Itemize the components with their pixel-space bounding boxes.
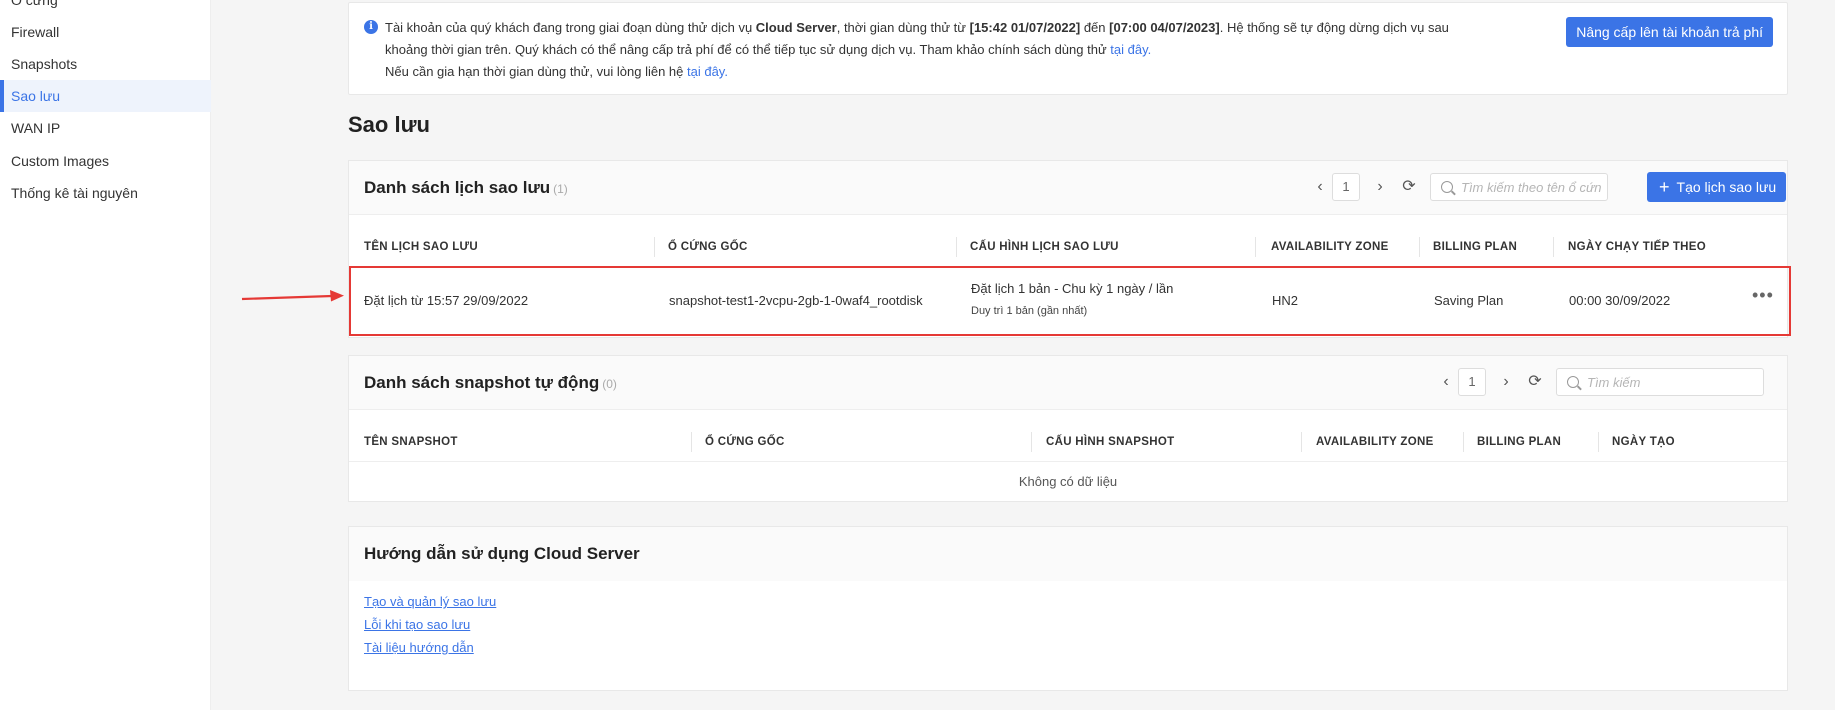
row-divider: [349, 461, 1787, 462]
snapshot-search[interactable]: [1556, 368, 1764, 396]
refresh-icon[interactable]: ⟳: [1525, 372, 1545, 392]
notice-text-part: đến: [1080, 20, 1110, 35]
info-icon: i: [364, 20, 378, 34]
highlight-box: [349, 266, 1791, 336]
sidebar-item-disks[interactable]: Ổ cứng: [0, 0, 211, 16]
column-header: Ổ CỨNG GỐC: [705, 436, 785, 448]
chevron-left-icon[interactable]: ‹: [1436, 372, 1456, 392]
red-arrow-icon: [241, 290, 344, 302]
column-header: BILLING PLAN: [1433, 241, 1518, 253]
item-count: (0): [602, 377, 617, 391]
item-count: (1): [553, 182, 568, 196]
create-backup-schedule-button[interactable]: + Tạo lịch sao lưu: [1647, 172, 1787, 202]
contact-link[interactable]: tại đây.: [687, 64, 728, 79]
chevron-right-icon[interactable]: ›: [1496, 372, 1516, 392]
notice-text-part: Tài khoản của quý khách đang trong giai …: [385, 20, 756, 35]
guide-card: Hướng dẫn sử dụng Cloud Server Tạo và qu…: [348, 526, 1788, 691]
notice-text-part: . Hệ thống sẽ tự động dừng dịch vụ sau: [1219, 20, 1449, 35]
guide-link-documentation[interactable]: Tài liệu hướng dẫn: [364, 640, 474, 655]
sidebar-item-custom-images[interactable]: Custom Images: [0, 145, 211, 177]
column-divider: [654, 237, 655, 257]
card-title-text: Danh sách lịch sao lưu: [364, 178, 551, 197]
column-divider: [956, 237, 957, 257]
column-header: AVAILABILITY ZONE: [1271, 241, 1389, 253]
chevron-left-icon[interactable]: ‹: [1310, 177, 1330, 197]
column-header: AVAILABILITY ZONE: [1316, 436, 1434, 448]
card-title: Danh sách snapshot tự động (0): [364, 373, 617, 393]
card-header: Danh sách snapshot tự động (0) ‹ 1 › ⟳: [349, 356, 1787, 410]
search-icon: [1441, 181, 1453, 193]
notice-text: Tài khoản của quý khách đang trong giai …: [385, 17, 1465, 83]
column-header: TÊN SNAPSHOT: [364, 436, 458, 448]
column-divider: [1255, 237, 1256, 257]
sidebar-item-snapshots[interactable]: Snapshots: [0, 48, 211, 80]
column-header: NGÀY TẠO: [1612, 436, 1675, 448]
card-title: Danh sách lịch sao lưu (1): [364, 178, 568, 198]
search-input[interactable]: [1461, 178, 1601, 196]
search-icon: [1567, 376, 1579, 388]
column-header: CẤU HÌNH SNAPSHOT: [1046, 436, 1175, 448]
sidebar-item-resource-stats[interactable]: Thống kê tài nguyên: [0, 177, 211, 209]
sidebar-item-backup[interactable]: Sao lưu: [0, 80, 211, 112]
sidebar: Ổ cứng Firewall Snapshots Sao lưu WAN IP…: [0, 0, 211, 710]
notice-trial-start: [15:42 01/07/2022]: [969, 20, 1081, 35]
card-title: Hướng dẫn sử dụng Cloud Server: [364, 544, 640, 563]
notice-text-part: Nếu cần gia hạn thời gian dùng thử, vui …: [385, 64, 687, 79]
refresh-icon[interactable]: ⟳: [1399, 177, 1419, 197]
column-divider: [1463, 432, 1464, 452]
column-divider: [1419, 237, 1420, 257]
trial-policy-link[interactable]: tại đây.: [1110, 42, 1151, 57]
column-header: TÊN LỊCH SAO LƯU: [364, 241, 479, 253]
sidebar-item-firewall[interactable]: Firewall: [0, 16, 211, 48]
chevron-right-icon[interactable]: ›: [1370, 177, 1390, 197]
column-header: Ổ CỨNG GỐC: [668, 241, 748, 253]
page-title: Sao lưu: [348, 112, 430, 137]
column-divider: [1553, 237, 1554, 257]
column-divider: [691, 432, 692, 452]
search-input[interactable]: [1587, 373, 1757, 391]
guide-link-manage-backup[interactable]: Tạo và quản lý sao lưu: [364, 594, 496, 609]
column-divider: [1031, 432, 1032, 452]
notice-text-part: khoảng thời gian trên. Quý khách có thể …: [385, 42, 1111, 57]
plus-icon: +: [1659, 177, 1670, 197]
trial-notice: i Tài khoản của quý khách đang trong gia…: [348, 2, 1788, 95]
disk-search[interactable]: [1430, 173, 1608, 201]
page-number[interactable]: 1: [1458, 368, 1486, 396]
page-number[interactable]: 1: [1332, 173, 1360, 201]
column-header: BILLING PLAN: [1477, 436, 1562, 448]
upgrade-account-button[interactable]: Nâng cấp lên tài khoản trả phí: [1566, 17, 1773, 47]
column-header: CẤU HÌNH LỊCH SAO LƯU: [970, 241, 1119, 253]
notice-text-part: , thời gian dùng thử từ: [836, 20, 970, 35]
column-header: NGÀY CHẠY TIẾP THEO: [1568, 241, 1706, 253]
sidebar-item-wan-ip[interactable]: WAN IP: [0, 112, 211, 144]
notice-service-name: Cloud Server: [755, 20, 837, 35]
card-title-text: Danh sách snapshot tự động: [364, 373, 600, 392]
card-header: Danh sách lịch sao lưu(1) ‹ 1 › ⟳ + Tạo l…: [349, 161, 1787, 215]
column-divider: [1301, 432, 1302, 452]
create-button-label: Tạo lịch sao lưu: [1676, 179, 1777, 195]
auto-snapshot-card: Danh sách snapshot tự động(0) ‹ 1 › ⟳ TÊ…: [348, 355, 1788, 502]
guide-link-backup-errors[interactable]: Lỗi khi tạo sao lưu: [364, 617, 470, 632]
empty-state-text: Không có dữ liệu: [1018, 474, 1118, 489]
card-header: Hướng dẫn sử dụng Cloud Server: [349, 527, 1787, 581]
column-divider: [1598, 432, 1599, 452]
notice-trial-end: [07:00 04/07/2023]: [1109, 20, 1220, 35]
